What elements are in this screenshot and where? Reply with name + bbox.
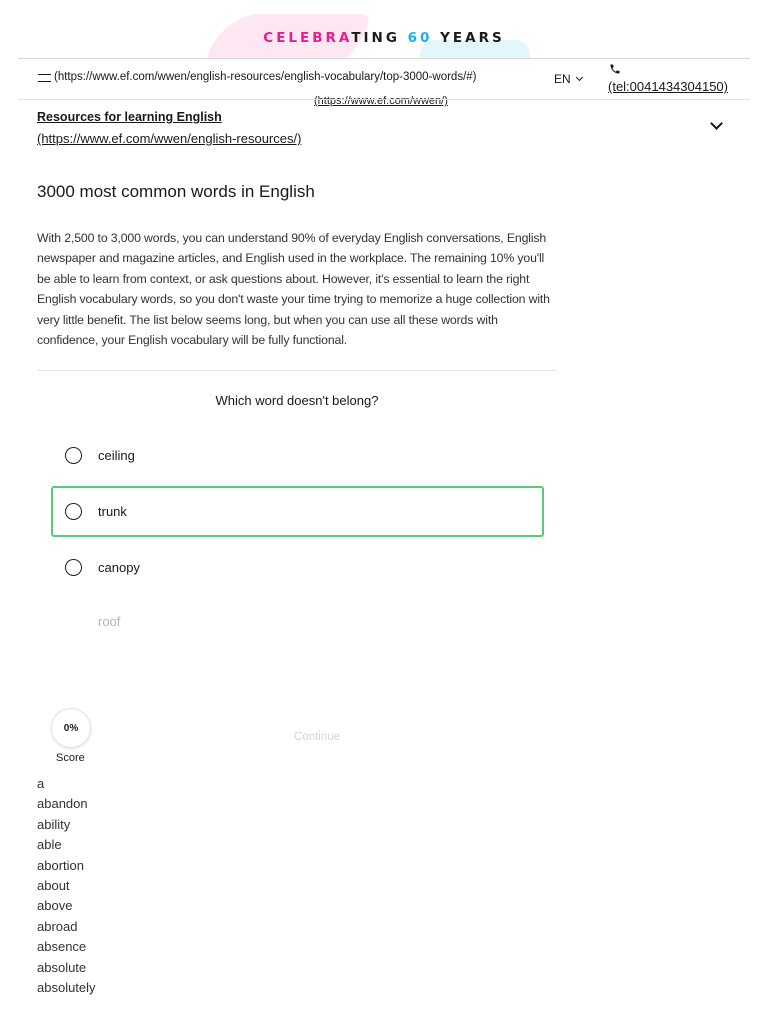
word-list: a abandon ability able abortion about ab… xyxy=(37,774,96,998)
page-title: 3000 most common words in English xyxy=(37,182,315,201)
home-link[interactable]: (https://www.ef.com/wwen/) xyxy=(314,95,448,107)
quiz-option-trunk[interactable]: trunk xyxy=(51,486,544,537)
menu-link-text[interactable]: (https://www.ef.com/wwen/english-resourc… xyxy=(54,71,477,83)
banner-title-part: CELEBRA xyxy=(263,30,352,46)
resources-title-link[interactable]: Resources for learning English xyxy=(37,110,222,124)
list-item: absolutely xyxy=(37,980,96,996)
score-indicator: 0% xyxy=(51,708,91,748)
option-label[interactable]: ceiling xyxy=(98,448,135,463)
content-divider xyxy=(37,370,557,371)
radio-button[interactable] xyxy=(65,447,82,464)
list-item: above xyxy=(37,898,73,914)
quiz-question: Which word doesn't belong? xyxy=(215,393,379,408)
banner-title: CELEBRATING 60 YEARS xyxy=(0,30,768,46)
list-item: abandon xyxy=(37,796,88,812)
header-divider xyxy=(18,58,750,59)
option-label[interactable]: trunk xyxy=(98,504,127,519)
phone-link[interactable]: (tel:0041434304150) xyxy=(608,79,728,94)
continue-button[interactable]: Continue xyxy=(294,731,340,743)
banner-title-part: YEARS xyxy=(432,30,505,46)
radio-button[interactable] xyxy=(65,559,82,576)
banner-title-part: TING xyxy=(351,30,408,46)
list-item: ability xyxy=(37,816,71,832)
score-value: 0% xyxy=(63,722,79,734)
radio-button[interactable] xyxy=(65,613,82,630)
list-item: able xyxy=(37,837,62,853)
chevron-down-icon[interactable] xyxy=(710,117,723,130)
nav-divider xyxy=(18,99,750,100)
option-label[interactable]: roof xyxy=(98,614,120,629)
list-item: absolute xyxy=(37,959,87,975)
menu-link[interactable]: (https://www.ef.com/wwen/english-resourc… xyxy=(38,71,477,83)
phone-icon[interactable] xyxy=(609,63,621,75)
list-item: about xyxy=(37,878,70,894)
list-item: a xyxy=(37,776,45,791)
language-label[interactable]: EN xyxy=(554,72,571,86)
quiz-option-roof[interactable]: roof xyxy=(51,596,544,647)
radio-button[interactable] xyxy=(65,503,82,520)
intro-paragraph: With 2,500 to 3,000 words, you can under… xyxy=(37,231,550,348)
chevron-down-icon[interactable] xyxy=(575,73,583,82)
list-item: absence xyxy=(37,939,87,955)
hamburger-menu-icon[interactable] xyxy=(38,73,51,82)
quiz-option-ceiling[interactable]: ceiling xyxy=(51,430,544,481)
list-item: abortion xyxy=(37,857,84,873)
score-label: Score xyxy=(56,752,85,764)
language-selector[interactable]: EN xyxy=(554,72,583,86)
list-item: abroad xyxy=(37,918,78,934)
resources-url-link[interactable]: (https://www.ef.com/wwen/english-resourc… xyxy=(37,131,301,146)
option-label[interactable]: canopy xyxy=(98,560,140,575)
anniversary-banner: CELEBRATING 60 YEARS xyxy=(0,0,768,58)
banner-title-part: 60 xyxy=(407,30,433,46)
quiz-option-canopy[interactable]: canopy xyxy=(51,542,544,593)
